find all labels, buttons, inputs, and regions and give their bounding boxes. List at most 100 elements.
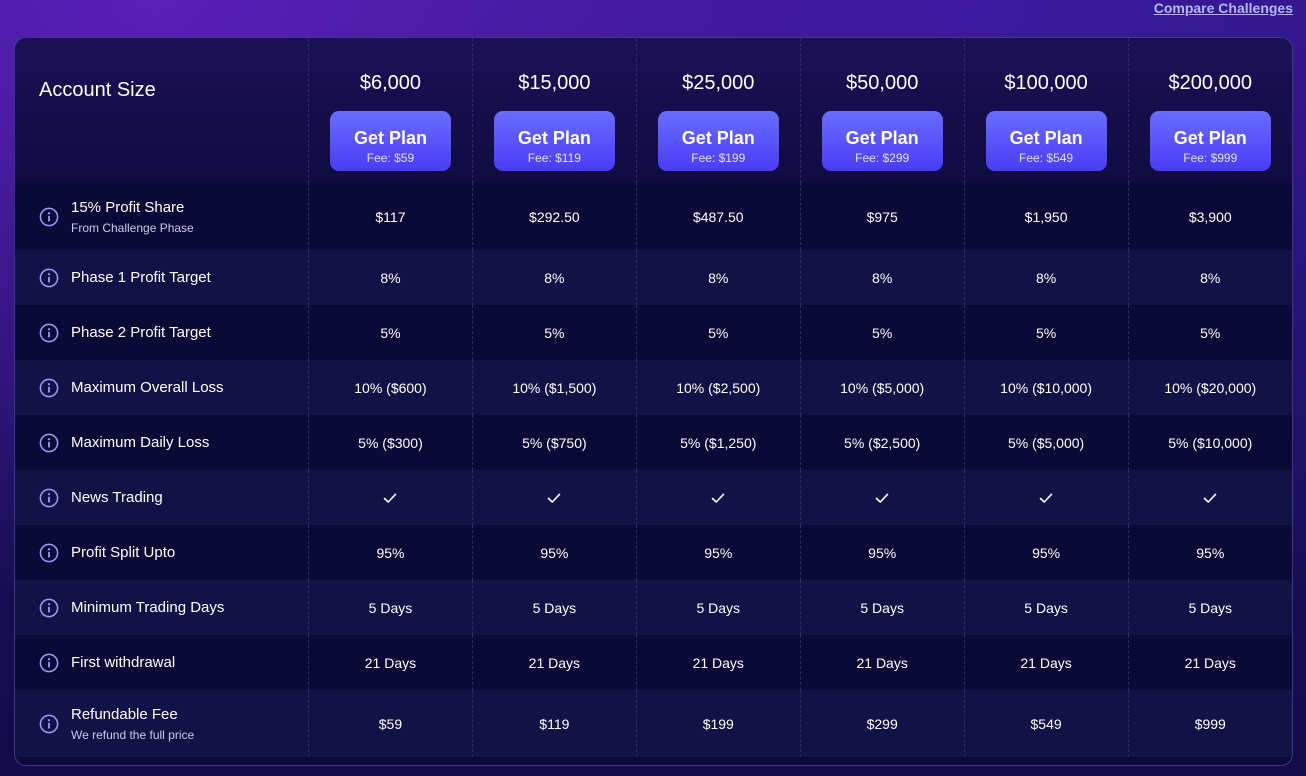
plan-size: $100,000: [1004, 72, 1088, 94]
row-subtitle: We refund the full price: [71, 727, 195, 742]
row-title: 15% Profit Share: [71, 198, 185, 216]
value-cell: 5 Days: [799, 580, 965, 635]
plan-size: $50,000: [846, 72, 919, 94]
value-cell: 5 Days: [471, 580, 637, 635]
value-cell: 5 Days: [963, 580, 1129, 635]
info-icon[interactable]: [39, 378, 59, 398]
value-cell: 95%: [471, 525, 637, 580]
plan-column-50000: $50,000 Get Plan Fee: $299: [799, 38, 965, 183]
value-cell: $299: [799, 690, 965, 757]
plan-size: $25,000: [682, 72, 755, 94]
row-title: Phase 1 Profit Target: [71, 268, 211, 286]
value-cell: 5% ($1,250): [635, 415, 801, 470]
get-plan-label: Get Plan: [845, 127, 919, 148]
row-title: First withdrawal: [71, 653, 176, 671]
row-label-cell: Minimum Trading Days: [15, 580, 309, 635]
row-subtitle: From Challenge Phase: [71, 220, 194, 235]
table-row: Profit Split Upto 95% 95% 95% 95% 95% 95%: [15, 525, 1292, 580]
info-icon[interactable]: [39, 488, 59, 508]
info-icon[interactable]: [39, 433, 59, 453]
row-title: Profit Split Upto: [71, 543, 176, 561]
row-label-cell: Phase 2 Profit Target: [15, 305, 309, 360]
value-cell: 5 Days: [308, 580, 473, 635]
value-cell: 5%: [308, 305, 473, 360]
row-label-text: First withdrawal: [71, 654, 175, 672]
value-cell: 8%: [1127, 250, 1292, 305]
info-icon[interactable]: [39, 653, 59, 673]
row-title: Maximum Daily Loss: [71, 433, 210, 451]
value-cell: 5 Days: [635, 580, 801, 635]
value-cell: 8%: [471, 250, 637, 305]
value-cell: 21 Days: [635, 635, 801, 690]
table-row: Minimum Trading Days 5 Days 5 Days 5 Days 5 …: [15, 580, 1292, 635]
value-cell: $1,950: [963, 183, 1129, 250]
row-label: Phase 1 Profit Target: [15, 268, 308, 288]
get-plan-label: Get Plan: [353, 127, 427, 148]
get-plan-label: Get Plan: [1173, 127, 1247, 148]
value-cell: 5% ($10,000): [1127, 415, 1292, 470]
row-label-cell: News Trading: [15, 470, 309, 525]
value-cell: $3,900: [1127, 183, 1292, 250]
check-icon: [1202, 490, 1218, 506]
value-cell: 5% ($5,000): [963, 415, 1129, 470]
compare-challenges-link[interactable]: Compare Challenges: [1154, 0, 1293, 16]
table-row: News Trading: [15, 470, 1292, 525]
row-title: Phase 2 Profit Target: [71, 323, 211, 341]
row-title: Minimum Trading Days: [71, 598, 225, 616]
plan-size: $200,000: [1168, 72, 1252, 94]
value-cell: $999: [1127, 690, 1292, 757]
plan-column-200000: $200,000 Get Plan Fee: $999: [1127, 38, 1292, 183]
get-plan-button-100000[interactable]: Get Plan Fee: $549: [985, 111, 1107, 171]
table-row: Maximum Daily Loss 5% ($300) 5% ($750) 5% (…: [15, 415, 1292, 470]
value-cell: [471, 470, 637, 525]
value-cell: 5%: [635, 305, 801, 360]
row-label-cell: First withdrawal: [15, 635, 309, 690]
row-title: Maximum Overall Loss: [71, 378, 224, 396]
get-plan-button-15000[interactable]: Get Plan Fee: $119: [493, 111, 615, 171]
row-label: Minimum Trading Days: [15, 598, 308, 618]
value-cell: 10% ($20,000): [1127, 360, 1292, 415]
row-label: Phase 2 Profit Target: [15, 323, 308, 343]
value-cell: 5% ($300): [308, 415, 473, 470]
value-cell: 95%: [799, 525, 965, 580]
table-row: First withdrawal 21 Days 21 Days 21 Days 21 …: [15, 635, 1292, 690]
value-cell: 95%: [963, 525, 1129, 580]
get-plan-button-25000[interactable]: Get Plan Fee: $199: [657, 111, 779, 171]
value-cell: [308, 470, 473, 525]
row-title: Refundable Fee: [71, 705, 178, 723]
info-icon[interactable]: [39, 543, 59, 563]
row-label-text: Minimum Trading Days: [71, 599, 224, 617]
row-label: News Trading: [15, 488, 308, 508]
info-icon[interactable]: [39, 714, 59, 734]
comparison-rows: 15% Profit Share From Challenge Phase $117…: [15, 183, 1292, 757]
info-icon[interactable]: [39, 598, 59, 618]
row-label-cell: Maximum Daily Loss: [15, 415, 309, 470]
get-plan-label: Get Plan: [1009, 127, 1083, 148]
row-label-cell: Refundable Fee We refund the full price: [15, 690, 309, 757]
value-cell: 10% ($10,000): [963, 360, 1129, 415]
value-cell: $292.50: [471, 183, 637, 250]
plan-fee: Fee: $999: [1183, 150, 1238, 165]
value-cell: 5%: [1127, 305, 1292, 360]
get-plan-button-6000[interactable]: Get Plan Fee: $59: [329, 111, 451, 171]
get-plan-button-200000[interactable]: Get Plan Fee: $999: [1149, 111, 1271, 171]
info-icon[interactable]: [39, 207, 59, 227]
value-cell: 10% ($1,500): [471, 360, 637, 415]
info-icon[interactable]: [39, 323, 59, 343]
get-plan-button-50000[interactable]: Get Plan Fee: $299: [821, 111, 943, 171]
value-cell: $59: [308, 690, 473, 757]
value-cell: 21 Days: [799, 635, 965, 690]
value-cell: 5% ($750): [471, 415, 637, 470]
get-plan-label: Get Plan: [517, 127, 591, 148]
row-label-text: Maximum Overall Loss: [71, 379, 224, 397]
row-label: Profit Split Upto: [15, 543, 308, 563]
info-icon[interactable]: [39, 268, 59, 288]
plan-column-6000: $6,000 Get Plan Fee: $59: [308, 38, 473, 183]
row-label-cell: 15% Profit Share From Challenge Phase: [15, 183, 309, 250]
row-label-text: Refundable Fee We refund the full price: [71, 706, 194, 742]
table-row: 15% Profit Share From Challenge Phase $117…: [15, 183, 1292, 250]
value-cell: 95%: [635, 525, 801, 580]
value-cell: 5%: [963, 305, 1129, 360]
value-cell: 5% ($2,500): [799, 415, 965, 470]
value-cell: 10% ($2,500): [635, 360, 801, 415]
